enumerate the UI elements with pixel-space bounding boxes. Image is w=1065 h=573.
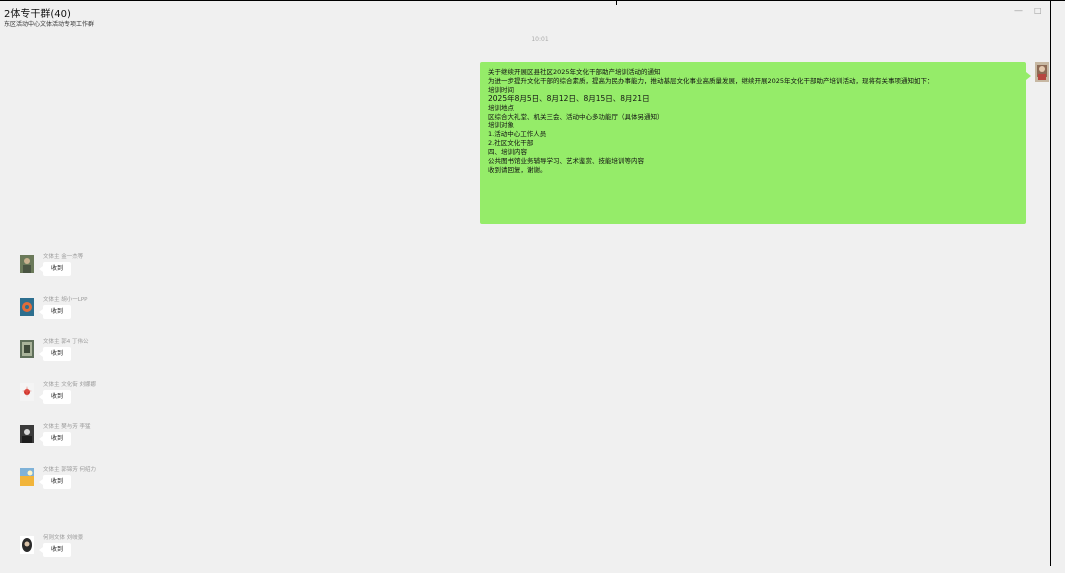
message-line: 2025年8月5日、8月12日、8月15日、8月21日 (488, 94, 650, 103)
list-item: 文体主 郭锦芳 何绍力 收到 (20, 465, 220, 505)
sender-name: 何则文体 刘岐景 (43, 535, 84, 541)
reply-bubble[interactable]: 收到 (43, 390, 71, 404)
chat-header: 2体专干群(40) 东区活动中心文体活动专项工作群 — □ (0, 6, 1050, 34)
sender-avatar[interactable] (20, 536, 34, 554)
reply-bubble[interactable]: 收到 (43, 432, 71, 446)
avatar-image-icon (20, 425, 34, 443)
my-bubble-tail (1026, 72, 1031, 80)
list-item: 文体主 文化街 刘娜娜 收到 (20, 380, 220, 420)
message-line: 培训地点 (488, 103, 514, 112)
group-subtitle: 东区活动中心文体活动专项工作群 (4, 21, 95, 28)
message-line: 收到请回复，谢谢。 (488, 165, 547, 174)
avatar-image-icon (20, 383, 34, 401)
list-item: 何则文体 刘岐景 收到 (20, 533, 220, 573)
sender-avatar[interactable] (20, 383, 34, 401)
window-right-border (1050, 0, 1051, 566)
sender-name: 文体主 胡小一LPP (43, 297, 88, 303)
minimize-icon[interactable]: — (1014, 6, 1023, 16)
message-line: 培训时间 (488, 85, 514, 94)
sender-avatar[interactable] (20, 468, 34, 486)
maximize-icon[interactable]: □ (1034, 6, 1042, 15)
avatar-image-icon (20, 255, 34, 273)
reply-bubble[interactable]: 收到 (43, 475, 71, 489)
avatar-image-icon (20, 340, 34, 358)
list-item: 文体主 樊与芳 李猛 收到 (20, 422, 220, 462)
message-line: 2.社区文化干部 (488, 139, 534, 148)
message-line: 四、培训内容 (488, 148, 527, 157)
list-item: 文体主 郭4 丁伟公 收到 (20, 337, 220, 377)
avatar-image-icon (20, 536, 34, 554)
message-line: 区综合大礼堂、机关三会、活动中心多功能厅（具体另通知） (488, 112, 664, 121)
sender-avatar[interactable] (20, 340, 34, 358)
group-title: 2体专干群(40) (4, 9, 71, 20)
sender-name: 文体主 郭4 丁伟公 (43, 339, 89, 345)
message-line: 公共图书馆业务辅导学习、艺术鉴赏、技能培训等内容 (488, 157, 644, 166)
reply-bubble[interactable]: 收到 (43, 347, 71, 361)
reply-bubble[interactable]: 收到 (43, 543, 71, 557)
sender-name: 文体主 金一杰等 (43, 254, 84, 260)
my-message-bubble[interactable]: 关于继续开展区县社区2025年文化干部助产培训活动的通知 为进一步提升文化干部的… (480, 62, 1026, 224)
avatar-image-icon (1035, 62, 1049, 82)
message-line: 培训对象 (488, 121, 514, 130)
list-item: 文体主 金一杰等 收到 (20, 252, 220, 292)
avatar-image-icon (20, 298, 34, 316)
sender-name: 文体主 郭锦芳 何绍力 (43, 467, 96, 473)
sender-avatar[interactable] (20, 255, 34, 273)
message-line: 关于继续开展区县社区2025年文化干部助产培训活动的通知 (488, 68, 661, 76)
avatar-image-icon (20, 468, 34, 486)
message-line: 1.活动中心工作人员 (488, 130, 547, 139)
message-line: 为进一步提升文化干部的综合素质，提高为民办事能力，推动基层文化事业高质量发展，继… (488, 76, 934, 85)
sender-name: 文体主 文化街 刘娜娜 (43, 382, 96, 388)
sender-name: 文体主 樊与芳 李猛 (43, 424, 91, 430)
my-avatar[interactable] (1035, 62, 1049, 82)
message-timestamp: 10:01 (531, 36, 549, 43)
window-top-border (0, 0, 1065, 1)
sender-avatar[interactable] (20, 425, 34, 443)
sender-avatar[interactable] (20, 298, 34, 316)
list-item: 文体主 胡小一LPP 收到 (20, 295, 220, 335)
reply-bubble[interactable]: 收到 (43, 305, 71, 319)
window-notch (616, 0, 617, 5)
reply-bubble[interactable]: 收到 (43, 262, 71, 276)
